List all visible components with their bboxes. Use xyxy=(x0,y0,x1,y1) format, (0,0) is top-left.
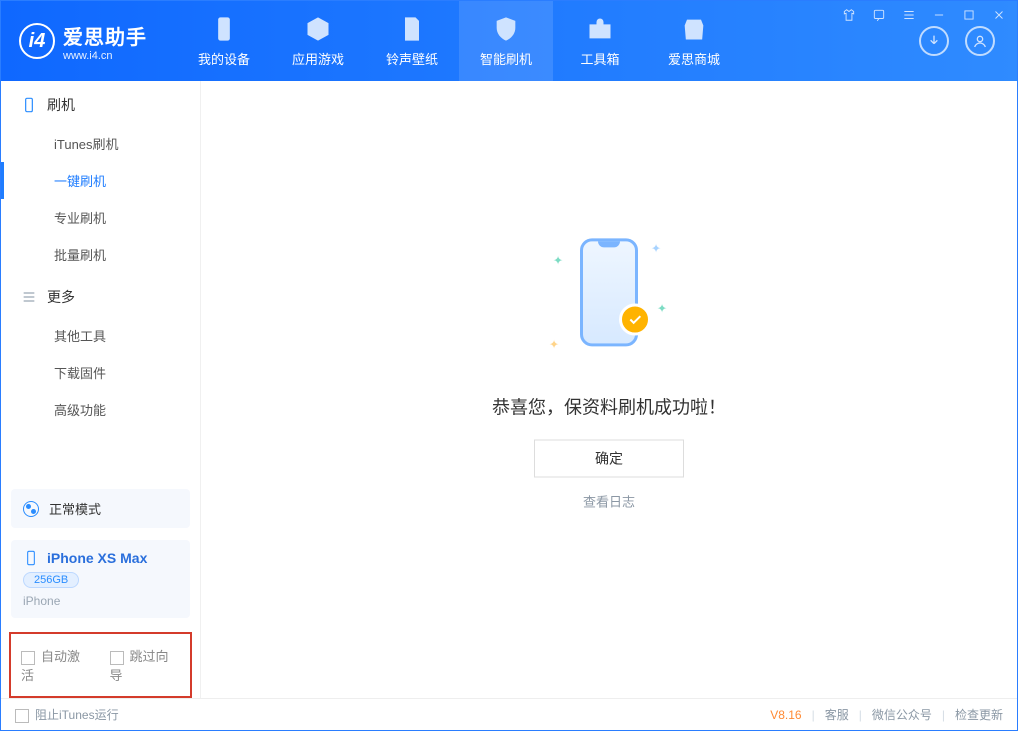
group-title: 刷机 xyxy=(47,95,75,115)
store-icon xyxy=(680,15,708,43)
nav-ringtones[interactable]: 铃声壁纸 xyxy=(365,1,459,81)
sidebar-item-advanced[interactable]: 高级功能 xyxy=(1,391,200,428)
check-update-link[interactable]: 检查更新 xyxy=(955,706,1003,723)
music-file-icon xyxy=(398,15,426,43)
device-name: iPhone XS Max xyxy=(47,550,147,566)
checkmark-badge-icon xyxy=(619,303,651,335)
device-type: iPhone xyxy=(23,594,178,608)
nav-toolbox[interactable]: 工具箱 xyxy=(553,1,647,81)
sidebar: 刷机 iTunes刷机 一键刷机 专业刷机 批量刷机 更多 其他工具 下载固件 … xyxy=(1,81,201,698)
nav-my-device[interactable]: 我的设备 xyxy=(177,1,271,81)
mode-icon xyxy=(23,501,39,517)
feedback-icon[interactable] xyxy=(871,7,887,23)
sidebar-item-label: 专业刷机 xyxy=(54,211,106,226)
nav-label: 应用游戏 xyxy=(292,49,344,68)
sidebar-item-oneclick-flash[interactable]: 一键刷机 xyxy=(1,162,200,199)
status-label: 正常模式 xyxy=(49,499,101,518)
group-title: 更多 xyxy=(47,287,75,307)
sidebar-item-itunes-flash[interactable]: iTunes刷机 xyxy=(1,125,200,162)
account-button[interactable] xyxy=(965,26,995,56)
success-panel: ✦ ✦ ✦ ✦ 恭喜您，保资料刷机成功啦！ 确定 查看日志 xyxy=(492,219,726,510)
nav-label: 工具箱 xyxy=(580,49,619,68)
sparkle-icon: ✦ xyxy=(651,241,661,255)
body: 刷机 iTunes刷机 一键刷机 专业刷机 批量刷机 更多 其他工具 下载固件 … xyxy=(1,81,1017,698)
sidebar-item-label: 高级功能 xyxy=(54,403,106,418)
options-highlight: 自动激活 跳过向导 xyxy=(9,632,192,698)
nav-label: 智能刷机 xyxy=(480,49,532,68)
sidebar-item-label: 批量刷机 xyxy=(54,248,106,263)
close-button[interactable] xyxy=(991,7,1007,23)
sparkle-icon: ✦ xyxy=(553,253,563,267)
nav-label: 我的设备 xyxy=(198,49,250,68)
nav-apps[interactable]: 应用游戏 xyxy=(271,1,365,81)
main-panel: ✦ ✦ ✦ ✦ 恭喜您，保资料刷机成功啦！ 确定 查看日志 xyxy=(201,81,1017,698)
sidebar-item-label: 下载固件 xyxy=(54,366,106,381)
shirt-icon[interactable] xyxy=(841,7,857,23)
sidebar-item-label: 一键刷机 xyxy=(54,174,106,189)
phone-illustration: ✦ ✦ ✦ ✦ xyxy=(539,219,679,369)
status-card[interactable]: 正常模式 xyxy=(11,489,190,528)
nav-label: 爱思商城 xyxy=(668,49,720,68)
app-title: 爱思助手 xyxy=(63,21,147,50)
sidebar-group-flash: 刷机 xyxy=(1,81,200,125)
header: i4 爱思助手 www.i4.cn 我的设备 应用游戏 xyxy=(1,1,1017,81)
sidebar-item-label: 其他工具 xyxy=(54,329,106,344)
success-message: 恭喜您，保资料刷机成功啦！ xyxy=(492,393,726,419)
sidebar-item-other-tools[interactable]: 其他工具 xyxy=(1,317,200,354)
app-window: i4 爱思助手 www.i4.cn 我的设备 应用游戏 xyxy=(0,0,1018,731)
device-card[interactable]: iPhone XS Max 256GB iPhone xyxy=(11,540,190,618)
minimize-button[interactable] xyxy=(931,7,947,23)
auto-activate-checkbox[interactable]: 自动激活 xyxy=(21,646,92,684)
sparkle-icon: ✦ xyxy=(549,337,559,351)
device-storage: 256GB xyxy=(23,572,79,588)
sparkle-icon: ✦ xyxy=(657,301,667,315)
nav-flash[interactable]: 智能刷机 xyxy=(459,1,553,81)
checkbox-label: 阻止iTunes运行 xyxy=(35,708,119,722)
sidebar-item-download-firmware[interactable]: 下载固件 xyxy=(1,354,200,391)
block-itunes-checkbox[interactable]: 阻止iTunes运行 xyxy=(15,706,119,723)
nav-label: 铃声壁纸 xyxy=(386,49,438,68)
maximize-button[interactable] xyxy=(961,7,977,23)
ok-button[interactable]: 确定 xyxy=(534,439,684,477)
sidebar-group-more: 更多 xyxy=(1,273,200,317)
sidebar-scroll: 刷机 iTunes刷机 一键刷机 专业刷机 批量刷机 更多 其他工具 下载固件 … xyxy=(1,81,200,483)
app-subtitle: www.i4.cn xyxy=(63,50,147,62)
download-button[interactable] xyxy=(919,26,949,56)
shield-refresh-icon xyxy=(492,15,520,43)
skip-guide-checkbox[interactable]: 跳过向导 xyxy=(110,646,181,684)
logo-icon: i4 xyxy=(19,23,55,59)
window-controls xyxy=(841,7,1007,23)
top-nav: 我的设备 应用游戏 铃声壁纸 智能刷机 xyxy=(177,1,741,81)
logo-text: 爱思助手 www.i4.cn xyxy=(63,21,147,62)
sidebar-item-batch-flash[interactable]: 批量刷机 xyxy=(1,236,200,273)
menu-icon[interactable] xyxy=(901,7,917,23)
wechat-link[interactable]: 微信公众号 xyxy=(872,706,932,723)
logo: i4 爱思助手 www.i4.cn xyxy=(1,1,163,81)
version-label: V8.16 xyxy=(770,708,801,722)
device-icon xyxy=(210,15,238,43)
support-link[interactable]: 客服 xyxy=(825,706,849,723)
cube-icon xyxy=(304,15,332,43)
toolbox-icon xyxy=(586,15,614,43)
view-log-link[interactable]: 查看日志 xyxy=(583,491,635,510)
sidebar-item-pro-flash[interactable]: 专业刷机 xyxy=(1,199,200,236)
nav-store[interactable]: 爱思商城 xyxy=(647,1,741,81)
phone-icon xyxy=(21,97,37,113)
sidebar-item-label: iTunes刷机 xyxy=(54,137,119,152)
statusbar: 阻止iTunes运行 V8.16 | 客服 | 微信公众号 | 检查更新 xyxy=(1,698,1017,730)
list-icon xyxy=(21,289,37,305)
